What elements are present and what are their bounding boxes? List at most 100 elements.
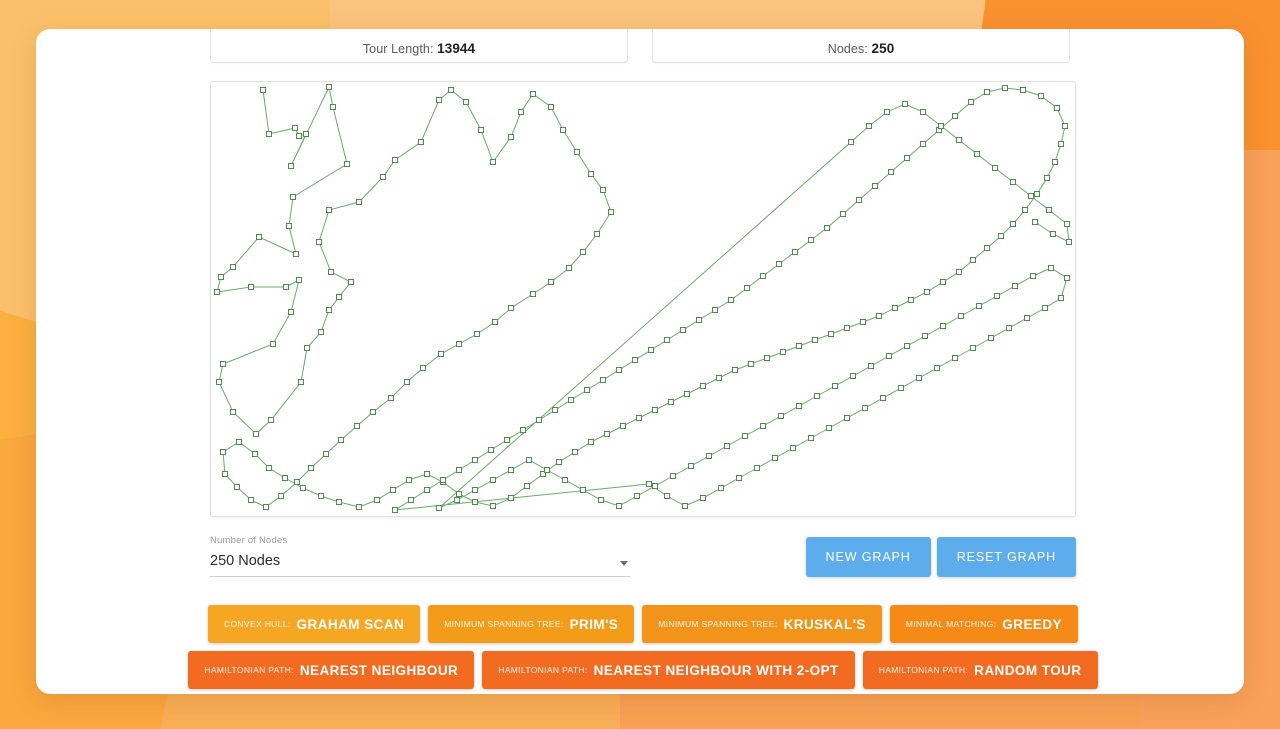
graph-node	[670, 473, 676, 479]
graph-node	[668, 399, 674, 405]
graph-node	[454, 497, 460, 503]
graph-node	[1002, 85, 1008, 91]
graph-node	[548, 104, 554, 110]
content-column: Tour Length: 13944 Nodes: 250 Number of …	[188, 29, 1098, 694]
graph-node	[958, 313, 964, 319]
graph-node	[840, 211, 846, 217]
graph-node	[908, 297, 914, 303]
graph-node	[216, 379, 222, 385]
controls-row: Number of Nodes 250 Nodes NEW GRAPH RESE…	[210, 535, 1076, 577]
graph-node	[436, 97, 442, 103]
graph-node	[796, 343, 802, 349]
graph-node	[1038, 93, 1044, 99]
algorithm-button-greedy-matching[interactable]: MINIMAL MATCHING: GREEDY	[889, 605, 1079, 643]
graph-node	[1050, 231, 1056, 237]
graph-node	[584, 387, 590, 393]
graph-node	[772, 455, 778, 461]
graph-node	[844, 415, 850, 421]
graph-node	[580, 487, 586, 493]
algorithm-button-random-tour[interactable]: HAMILTONIAN PATH: RANDOM TOUR	[862, 651, 1098, 689]
graph-node	[354, 423, 360, 429]
graph-node	[282, 475, 288, 481]
graph-node	[1062, 123, 1068, 129]
graph-node	[776, 261, 782, 267]
algorithm-button-nearest-neighbour[interactable]: HAMILTONIAN PATH: NEAREST NEIGHBOUR	[188, 651, 475, 689]
graph-node	[876, 313, 882, 319]
graph-node	[824, 225, 830, 231]
node-count-select[interactable]: Number of Nodes 250 Nodes	[210, 535, 630, 577]
algorithm-button-prims[interactable]: MINIMUM SPANNING TREE: PRIM'S	[428, 605, 635, 643]
graph-node	[490, 477, 496, 483]
graph-node	[508, 134, 514, 140]
graph-node	[288, 309, 294, 315]
graph-node	[646, 481, 652, 487]
algorithm-button-nearest-neighbour-2opt[interactable]: HAMILTONIAN PATH: NEAREST NEIGHBOUR WITH …	[482, 651, 855, 689]
graph-node	[436, 505, 442, 511]
graph-node	[214, 289, 220, 295]
algorithm-button-kruskals[interactable]: MINIMUM SPANNING TREE: KRUSKAL'S	[642, 605, 882, 643]
stats-row: Tour Length: 13944 Nodes: 250	[210, 29, 1070, 63]
graph-node	[652, 483, 658, 489]
tour-length-value: 13944	[437, 41, 476, 56]
graph-node	[580, 249, 586, 255]
graph-node	[1042, 305, 1048, 311]
main-card: Tour Length: 13944 Nodes: 250 Number of …	[36, 29, 1244, 694]
graph-node	[728, 297, 734, 303]
graph-node	[1020, 87, 1026, 93]
graph-node	[330, 104, 336, 110]
graph-node	[736, 475, 742, 481]
graph-node	[472, 499, 478, 505]
new-graph-button[interactable]: NEW GRAPH	[805, 537, 931, 577]
graph-node	[856, 197, 862, 203]
graph-node	[472, 487, 478, 493]
graph-node	[568, 397, 574, 403]
graph-node	[724, 443, 730, 449]
graph-node	[230, 409, 236, 415]
graph-node	[588, 439, 594, 445]
graph-node	[406, 477, 412, 483]
graph-node	[632, 357, 638, 363]
algorithm-prefix: CONVEX HULL:	[223, 619, 291, 629]
graph-node	[1024, 315, 1030, 321]
chevron-down-icon[interactable]	[620, 561, 628, 566]
graph-node	[826, 425, 832, 431]
graph-node	[490, 503, 496, 509]
algorithm-title: RANDOM TOUR	[974, 662, 1082, 678]
graph-node	[664, 337, 670, 343]
graph-node	[904, 155, 910, 161]
graph-node	[326, 307, 332, 313]
algorithm-title: NEAREST NEIGHBOUR WITH 2-OPT	[593, 662, 839, 678]
graph-canvas[interactable]	[210, 81, 1076, 517]
algorithm-button-graham-scan[interactable]: CONVEX HULL: GRAHAM SCAN	[207, 605, 421, 643]
graph-node	[326, 84, 332, 90]
graph-node	[508, 467, 514, 473]
graph-node	[283, 284, 289, 290]
graph-node	[293, 251, 299, 257]
graph-node	[236, 439, 242, 445]
graph-node	[588, 171, 594, 177]
graph-node	[308, 465, 314, 471]
nodes-count-value: 250	[871, 41, 895, 56]
graph-node	[456, 467, 462, 473]
graph-node	[288, 163, 294, 169]
tour-edges	[216, 85, 1070, 511]
graph-node	[420, 365, 426, 371]
graph-node	[742, 433, 748, 439]
graph-node	[1030, 273, 1036, 279]
graph-node	[984, 89, 990, 95]
algorithm-title: KRUSKAL'S	[783, 616, 866, 632]
graph-node	[344, 161, 350, 167]
graph-node	[872, 183, 878, 189]
graph-node	[356, 504, 362, 510]
graph-node	[252, 451, 258, 457]
graph-node	[296, 133, 302, 139]
graph-node	[812, 337, 818, 343]
tour-path	[216, 85, 1070, 511]
graph-node	[984, 245, 990, 251]
graph-node	[318, 493, 324, 499]
graph-node	[598, 497, 604, 503]
graph-node	[298, 379, 304, 385]
tour-visualization	[214, 84, 1072, 513]
graph-node	[1064, 275, 1070, 281]
reset-graph-button[interactable]: RESET GRAPH	[936, 537, 1076, 577]
